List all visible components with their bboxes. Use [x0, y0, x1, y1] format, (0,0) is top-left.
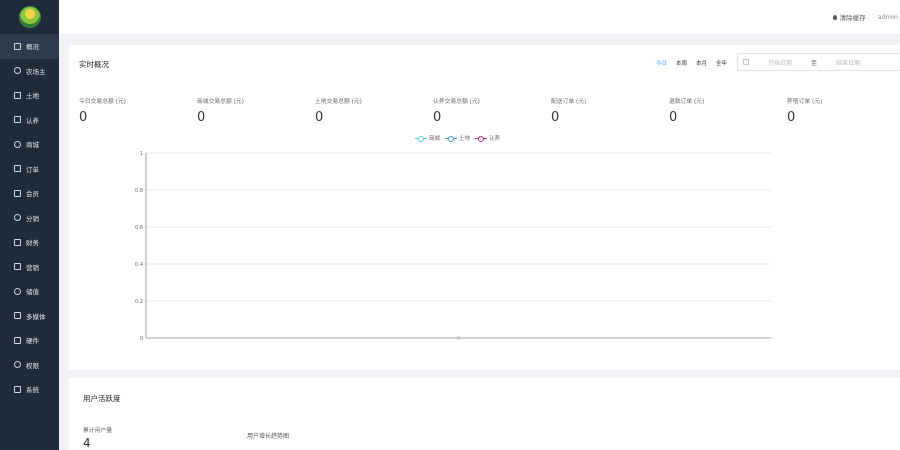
- y-tick-label: 0.4: [135, 262, 143, 268]
- user-menu[interactable]: admin: [878, 13, 898, 21]
- sidebar-item-9[interactable]: 营销: [0, 255, 59, 280]
- sidebar-item-label: 储值: [26, 288, 39, 297]
- sidebar-item-13[interactable]: 权限: [0, 353, 59, 378]
- line-chart: 0 0.2 0.4 0.6 0.8 1: [135, 151, 771, 342]
- sidebar-item-label: 多媒体: [26, 312, 46, 321]
- wallet-icon: [14, 287, 21, 295]
- sidebar-item-label: 土地: [26, 92, 39, 101]
- data-point-认养: [456, 336, 460, 340]
- sidebar-item-label: 系统: [26, 386, 39, 395]
- land-icon: [14, 91, 21, 99]
- sidebar-item-label: 权限: [26, 361, 39, 370]
- sidebar: 概况农场主土地认养商城订单会员分销财务营销储值多媒体硬件权限系统: [0, 0, 59, 450]
- growth-chart-title: 用户增长趋势图: [247, 433, 290, 440]
- pin-icon: [832, 14, 837, 20]
- logo[interactable]: [18, 6, 41, 28]
- clear-cache-label: 清除缓存: [839, 14, 866, 22]
- sidebar-item-0[interactable]: 概况: [0, 34, 59, 59]
- sidebar-item-label: 认养: [26, 116, 39, 125]
- sidebar-item-11[interactable]: 多媒体: [0, 304, 59, 329]
- sidebar-item-10[interactable]: 储值: [0, 279, 59, 304]
- sidebar-item-label: 营销: [26, 263, 39, 272]
- sidebar-nav: 概况农场主土地认养商城订单会员分销财务营销储值多媒体硬件权限系统: [0, 34, 59, 402]
- y-tick-label: 0.8: [135, 188, 143, 194]
- sidebar-item-4[interactable]: 商城: [0, 132, 59, 157]
- sidebar-item-12[interactable]: 硬件: [0, 328, 59, 353]
- permission-icon: [14, 361, 21, 369]
- marketing-icon: [14, 263, 21, 271]
- sidebar-item-8[interactable]: 财务: [0, 230, 59, 255]
- sidebar-item-label: 分销: [26, 214, 39, 223]
- distribution-icon: [14, 214, 21, 222]
- sidebar-item-label: 概况: [26, 43, 39, 52]
- sidebar-item-label: 商城: [26, 141, 39, 150]
- sidebar-item-3[interactable]: 认养: [0, 108, 59, 133]
- finance-icon: [14, 238, 21, 246]
- sidebar-item-5[interactable]: 订单: [0, 157, 59, 182]
- sidebar-item-label: 硬件: [26, 337, 39, 346]
- hardware-icon: [14, 336, 21, 344]
- y-tick-label: 0.6: [135, 225, 143, 231]
- sidebar-item-label: 会员: [26, 190, 39, 199]
- home-icon: [14, 42, 21, 50]
- y-tick-label: 0.2: [135, 299, 143, 305]
- sidebar-item-7[interactable]: 分销: [0, 206, 59, 231]
- sidebar-item-14[interactable]: 系统: [0, 377, 59, 402]
- sidebar-item-1[interactable]: 农场主: [0, 59, 59, 84]
- sidebar-item-label: 订单: [26, 165, 39, 174]
- sidebar-item-2[interactable]: 土地: [0, 83, 59, 108]
- store-icon: [14, 140, 21, 148]
- y-tick-label: 0: [140, 336, 143, 342]
- gear-icon: [14, 385, 21, 393]
- sidebar-item-label: 农场主: [26, 67, 46, 76]
- accumulated-users-value: 4: [83, 436, 91, 450]
- realtime-card: 实时概况 今日 本周 本月 全年 开始日期 至 结束日期 今日交易总额 (元) 0 商城交…: [69, 45, 900, 370]
- adopt-icon: [14, 116, 21, 124]
- media-icon: [14, 312, 21, 320]
- clear-cache-button[interactable]: 清除缓存: [832, 12, 866, 22]
- order-icon: [14, 165, 21, 173]
- sidebar-item-6[interactable]: 会员: [0, 181, 59, 206]
- activity-card: 用户活跃度 累计用户量 4 用户增长趋势图: [69, 378, 900, 450]
- activity-title: 用户活跃度: [83, 394, 121, 403]
- accumulated-users-label: 累计用户量: [83, 428, 112, 434]
- member-icon: [14, 189, 21, 197]
- topbar: 清除缓存 admin: [59, 0, 900, 34]
- y-tick-label: 1: [140, 151, 143, 157]
- user-icon: [14, 67, 21, 75]
- sidebar-item-label: 财务: [26, 239, 39, 248]
- logo-area: [0, 0, 59, 34]
